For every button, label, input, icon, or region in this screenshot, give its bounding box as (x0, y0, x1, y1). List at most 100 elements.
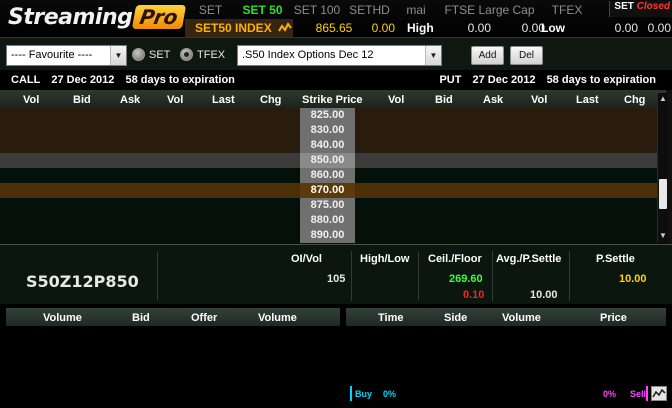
col-bid[interactable]: Bid (132, 312, 150, 324)
buy-ratio-bar (350, 386, 352, 401)
chain-row[interactable]: 890.00 (0, 228, 666, 243)
call-label: CALL (11, 74, 41, 86)
scroll-thumb[interactable] (659, 179, 667, 209)
col-time[interactable]: Time (378, 312, 403, 324)
index-low-2: 0.00 (647, 21, 671, 35)
scroll-down-icon[interactable]: ▼ (658, 230, 668, 242)
col-put-chg[interactable]: Chg (624, 94, 645, 106)
index-low-1: 0.00 (614, 21, 638, 35)
put-label: PUT (439, 74, 462, 86)
chain-row[interactable]: 830.00 (0, 123, 666, 138)
index-name[interactable]: SET50 INDEX (185, 19, 293, 37)
market-status: SET Closed (609, 1, 672, 17)
set-radio[interactable] (132, 48, 145, 61)
chevron-down-icon[interactable]: ▼ (425, 46, 441, 65)
series-select[interactable]: .S50 Index Options Dec 12 ▼ (237, 45, 442, 66)
buy-percent: 0% (383, 389, 397, 399)
series-symbol: S50Z12P850 (26, 272, 139, 291)
market-status-label: SET (614, 1, 634, 12)
col-strike-price[interactable]: Strike Price (302, 94, 363, 106)
sell-ratio-bar (646, 386, 648, 401)
add-button[interactable]: Add (471, 46, 504, 65)
avg-settle-col: Avg./P.Settle 10.00 (493, 251, 570, 301)
del-button[interactable]: Del (510, 46, 543, 65)
index-low-label: Low (541, 21, 565, 35)
strike-cell: 830.00 (300, 123, 355, 138)
col-ticker-volume[interactable]: Volume (502, 312, 541, 324)
chain-row[interactable]: 880.00 (0, 213, 666, 228)
col-put-vol[interactable]: Vol (388, 94, 404, 106)
strike-cell: 890.00 (300, 228, 355, 243)
index-change: 0.00 (371, 21, 395, 35)
oi-vol-value: 105 (327, 273, 346, 285)
oi-vol-col: OI/Vol 105 (159, 251, 352, 301)
col-price[interactable]: Price (600, 312, 627, 324)
strike-cell: 870.00 (300, 183, 355, 198)
favourite-select-value: ---- Favourite ---- (11, 49, 93, 61)
col-put-bid[interactable]: Bid (435, 94, 453, 106)
set-radio-label: SET (149, 49, 171, 61)
symbol-box: S50Z12P850 (0, 251, 158, 301)
chain-row[interactable]: 840.00 (0, 138, 666, 153)
streaming-pro-logo: Streaming Pro (8, 2, 187, 32)
tab-set50[interactable]: SET 50 (236, 3, 289, 17)
col-offer[interactable]: Offer (191, 312, 217, 324)
floor-value: 0.10 (463, 289, 485, 301)
oi-vol-label: OI/Vol (291, 253, 322, 265)
col-bid-volume[interactable]: Volume (43, 312, 82, 324)
option-toolbar: ---- Favourite ---- ▼ SET TFEX .S50 Inde… (0, 37, 672, 70)
col-call-last[interactable]: Last (212, 94, 235, 106)
high-low-label: High/Low (360, 253, 410, 265)
logo-text: Streaming (8, 4, 133, 30)
strike-cell: 860.00 (300, 168, 355, 183)
tab-set[interactable]: SET (185, 3, 236, 17)
col-call-vol2[interactable]: Vol (167, 94, 183, 106)
chain-row-selected[interactable]: 870.00 (0, 183, 666, 198)
col-put-ask[interactable]: Ask (483, 94, 503, 106)
p-settle-col: P.Settle 10.00 (570, 251, 672, 301)
call-date: 27 Dec 2012 (51, 74, 115, 86)
chain-row[interactable]: 825.00 (0, 108, 666, 123)
put-date: 27 Dec 2012 (472, 74, 536, 86)
expiry-row: CALL 27 Dec 2012 58 days to expiration P… (0, 70, 672, 90)
col-put-vol2[interactable]: Vol (531, 94, 547, 106)
ticker-table-header: Time Side Volume Price (346, 308, 666, 326)
avg-settle-value: 10.00 (530, 289, 558, 301)
chain-row[interactable]: 850.00 (0, 153, 666, 168)
avg-settle-label: Avg./P.Settle (496, 253, 562, 265)
col-call-vol[interactable]: Vol (23, 94, 39, 106)
tab-tfex[interactable]: TFEX (541, 3, 593, 17)
favourite-select[interactable]: ---- Favourite ---- ▼ (6, 45, 127, 66)
col-put-last[interactable]: Last (576, 94, 599, 106)
chain-row[interactable]: 860.00 (0, 168, 666, 183)
option-chain-body: 825.00 830.00 840.00 850.00 860.00 870.0… (0, 108, 666, 244)
market-status-value: Closed (636, 1, 670, 12)
buy-label: Buy (355, 389, 373, 399)
index-chart-icon[interactable] (278, 22, 292, 34)
tfex-radio[interactable] (180, 48, 193, 61)
sell-label: Sell (630, 389, 647, 399)
ceil-floor-col: Ceil./Floor 269.60 0.10 (419, 251, 493, 301)
chain-row[interactable]: 875.00 (0, 198, 666, 213)
col-offer-volume[interactable]: Volume (258, 312, 297, 324)
col-call-bid[interactable]: Bid (73, 94, 91, 106)
tab-mai[interactable]: mai (394, 3, 438, 17)
chart-button[interactable] (651, 386, 667, 401)
index-summary-bar: SET50 INDEX 865.65 0.00 High 0.00 0.00 L… (185, 19, 672, 37)
col-call-chg[interactable]: Chg (260, 94, 281, 106)
option-chain-header: Vol Bid Ask Vol Last Chg Strike Price Vo… (0, 90, 666, 108)
sell-percent: 0% (603, 389, 617, 399)
chain-scrollbar[interactable]: ▲ ▼ (657, 93, 668, 243)
chevron-down-icon[interactable]: ▼ (110, 46, 126, 65)
bid-offer-table-header: Volume Bid Offer Volume (6, 308, 340, 326)
col-call-ask[interactable]: Ask (120, 94, 140, 106)
logo-badge: Pro (132, 5, 187, 29)
market-tabs: SET SET 50 SET 100 SETHD mai FTSE Large … (185, 0, 672, 19)
tab-ftse-large-cap[interactable]: FTSE Large Cap (438, 3, 541, 17)
strike-cell: 880.00 (300, 213, 355, 228)
col-side[interactable]: Side (444, 312, 467, 324)
scroll-up-icon[interactable]: ▲ (658, 93, 668, 105)
tab-sethd[interactable]: SETHD (345, 3, 394, 17)
high-low-col: High/Low (352, 251, 419, 301)
tab-set100[interactable]: SET 100 (289, 3, 345, 17)
